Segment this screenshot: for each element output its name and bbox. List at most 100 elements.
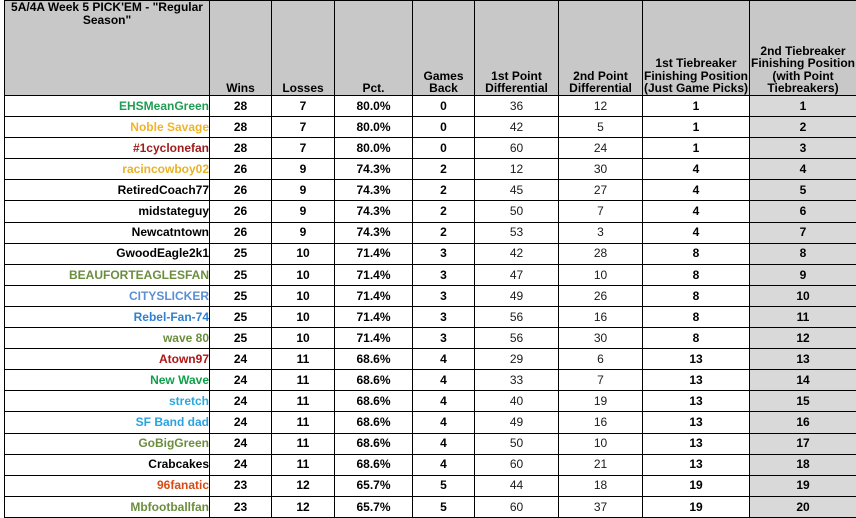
games-back-cell: 3 <box>413 306 475 327</box>
second-point-differential-cell: 24 <box>559 138 643 159</box>
player-name-cell[interactable]: BEAUFORTEAGLESFAN <box>5 264 210 285</box>
table-row: Newcatntown26974.3%253347 <box>5 222 856 243</box>
second-tiebreaker-cell: 11 <box>750 306 856 327</box>
losses-cell: 9 <box>272 159 335 180</box>
column-header-losses[interactable]: Losses <box>272 1 335 96</box>
pct-cell: 68.6% <box>335 370 413 391</box>
pct-cell: 68.6% <box>335 391 413 412</box>
player-name-cell[interactable]: EHSMeanGreen <box>5 96 210 117</box>
wins-cell: 24 <box>210 391 272 412</box>
losses-cell: 7 <box>272 138 335 159</box>
second-tiebreaker-cell: 19 <box>750 475 856 496</box>
wins-cell: 24 <box>210 370 272 391</box>
column-header-second-tiebreaker[interactable]: 2nd Tiebreaker Finishing Position (with … <box>750 1 856 96</box>
pct-cell: 74.3% <box>335 159 413 180</box>
pct-cell: 68.6% <box>335 433 413 454</box>
column-header-pct[interactable]: Pct. <box>335 1 413 96</box>
first-point-differential-cell: 49 <box>475 412 559 433</box>
second-tiebreaker-cell: 14 <box>750 370 856 391</box>
pct-cell: 74.3% <box>335 222 413 243</box>
first-point-differential-cell: 50 <box>475 201 559 222</box>
column-header-second-point-differential[interactable]: 2nd Point Differential <box>559 1 643 96</box>
pct-cell: 80.0% <box>335 138 413 159</box>
second-point-differential-cell: 27 <box>559 180 643 201</box>
first-tiebreaker-cell: 1 <box>643 117 750 138</box>
column-header-first-tiebreaker[interactable]: 1st Tiebreaker Finishing Position (Just … <box>643 1 750 96</box>
losses-cell: 7 <box>272 96 335 117</box>
pct-cell: 71.4% <box>335 328 413 349</box>
table-title: 5A/4A Week 5 PICK'EM - "Regular Season" <box>5 1 210 96</box>
player-name-cell[interactable]: midstateguy <box>5 201 210 222</box>
header-row: 5A/4A Week 5 PICK'EM - "Regular Season" … <box>5 1 856 96</box>
table-row: RetiredCoach7726974.3%2452745 <box>5 180 856 201</box>
first-tiebreaker-cell: 4 <box>643 180 750 201</box>
player-name-cell[interactable]: CITYSLICKER <box>5 285 210 306</box>
table-row: New Wave241168.6%43371314 <box>5 370 856 391</box>
first-tiebreaker-cell: 13 <box>643 349 750 370</box>
losses-cell: 10 <box>272 264 335 285</box>
player-name-cell[interactable]: Newcatntown <box>5 222 210 243</box>
losses-cell: 7 <box>272 117 335 138</box>
player-name-cell[interactable]: Rebel-Fan-74 <box>5 306 210 327</box>
second-point-differential-cell: 7 <box>559 370 643 391</box>
losses-cell: 12 <box>272 496 335 517</box>
player-name-cell[interactable]: #1cyclonefan <box>5 138 210 159</box>
first-tiebreaker-cell: 19 <box>643 475 750 496</box>
wins-cell: 25 <box>210 285 272 306</box>
table-row: #1cyclonefan28780.0%0602413 <box>5 138 856 159</box>
pct-cell: 68.6% <box>335 349 413 370</box>
wins-cell: 25 <box>210 306 272 327</box>
player-name-cell[interactable]: GwoodEagle2k1 <box>5 243 210 264</box>
table-row: GwoodEagle2k1251071.4%3422888 <box>5 243 856 264</box>
player-name-cell[interactable]: 96fanatic <box>5 475 210 496</box>
wins-cell: 28 <box>210 96 272 117</box>
player-name-cell[interactable]: Noble Savage <box>5 117 210 138</box>
player-name-cell[interactable]: Mbfootballfan <box>5 496 210 517</box>
column-header-wins[interactable]: Wins <box>210 1 272 96</box>
second-point-differential-cell: 30 <box>559 159 643 180</box>
second-tiebreaker-cell: 5 <box>750 180 856 201</box>
wins-cell: 24 <box>210 412 272 433</box>
column-header-games-back[interactable]: Games Back <box>413 1 475 96</box>
games-back-cell: 4 <box>413 370 475 391</box>
wins-cell: 25 <box>210 243 272 264</box>
games-back-cell: 4 <box>413 454 475 475</box>
first-tiebreaker-cell: 4 <box>643 222 750 243</box>
player-name-cell[interactable]: GoBigGreen <box>5 433 210 454</box>
wins-cell: 24 <box>210 454 272 475</box>
player-name-cell[interactable]: New Wave <box>5 370 210 391</box>
pct-cell: 80.0% <box>335 96 413 117</box>
first-tiebreaker-cell: 8 <box>643 306 750 327</box>
losses-cell: 9 <box>272 222 335 243</box>
second-point-differential-cell: 19 <box>559 391 643 412</box>
player-name-cell[interactable]: SF Band dad <box>5 412 210 433</box>
second-point-differential-cell: 21 <box>559 454 643 475</box>
table-row: GoBigGreen241168.6%450101317 <box>5 433 856 454</box>
table-row: BEAUFORTEAGLESFAN251071.4%3471089 <box>5 264 856 285</box>
first-tiebreaker-cell: 13 <box>643 454 750 475</box>
losses-cell: 9 <box>272 180 335 201</box>
games-back-cell: 2 <box>413 180 475 201</box>
player-name-cell[interactable]: RetiredCoach77 <box>5 180 210 201</box>
second-point-differential-cell: 26 <box>559 285 643 306</box>
first-point-differential-cell: 36 <box>475 96 559 117</box>
player-name-cell[interactable]: stretch <box>5 391 210 412</box>
table-row: midstateguy26974.3%250746 <box>5 201 856 222</box>
pct-cell: 71.4% <box>335 285 413 306</box>
second-tiebreaker-cell: 18 <box>750 454 856 475</box>
wins-cell: 25 <box>210 328 272 349</box>
player-name-cell[interactable]: Atown97 <box>5 349 210 370</box>
second-point-differential-cell: 5 <box>559 117 643 138</box>
first-tiebreaker-cell: 13 <box>643 433 750 454</box>
pct-cell: 74.3% <box>335 180 413 201</box>
first-point-differential-cell: 33 <box>475 370 559 391</box>
player-name-cell[interactable]: Crabcakes <box>5 454 210 475</box>
table-row: SF Band dad241168.6%449161316 <box>5 412 856 433</box>
games-back-cell: 4 <box>413 349 475 370</box>
column-header-first-point-differential[interactable]: 1st Point Differential <box>475 1 559 96</box>
first-point-differential-cell: 45 <box>475 180 559 201</box>
second-point-differential-cell: 16 <box>559 412 643 433</box>
player-name-cell[interactable]: wave 80 <box>5 328 210 349</box>
player-name-cell[interactable]: racincowboy02 <box>5 159 210 180</box>
first-point-differential-cell: 56 <box>475 306 559 327</box>
